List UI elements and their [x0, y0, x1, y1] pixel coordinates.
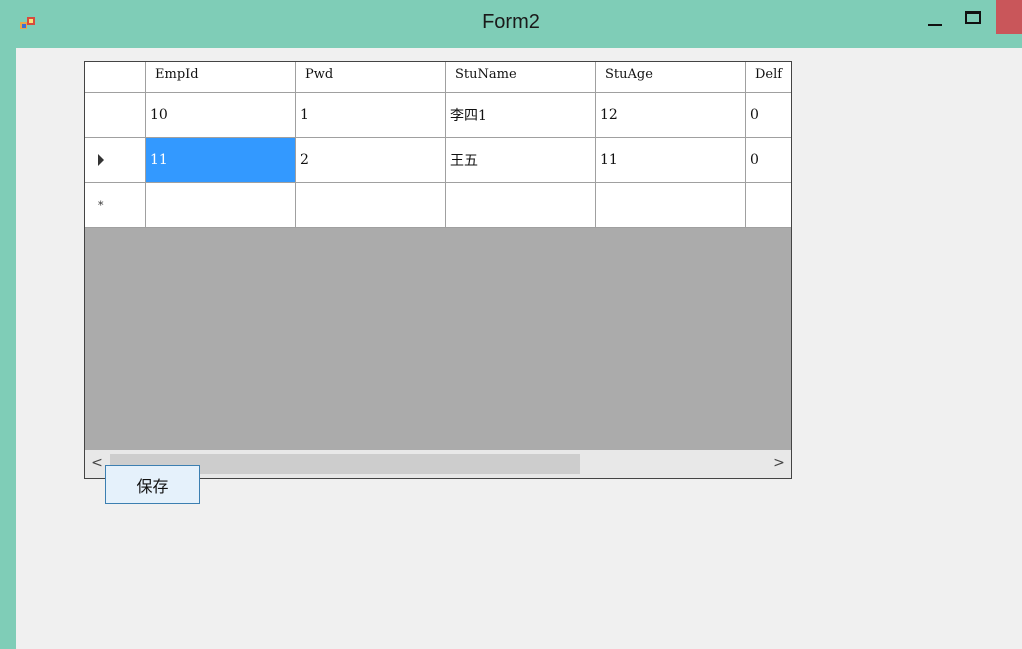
grid-cell[interactable]: 12 [596, 93, 746, 138]
column-header-delf[interactable]: Delf [746, 62, 791, 93]
grid-cell[interactable]: 王五 [446, 138, 596, 183]
grid-cell-selected[interactable]: 11 [146, 138, 296, 183]
new-row-star-icon: * [98, 198, 104, 212]
column-header-stuname[interactable]: StuName [446, 62, 596, 93]
grid-cell[interactable] [596, 183, 746, 228]
title-bar[interactable]: Form2 [0, 0, 1022, 48]
row-header-new[interactable]: * [85, 183, 146, 228]
grid-cell[interactable]: 11 [596, 138, 746, 183]
new-row[interactable]: * [85, 183, 791, 228]
grid-cell[interactable] [296, 183, 446, 228]
grid-cell[interactable]: 10 [146, 93, 296, 138]
table-row[interactable]: 11 2 王五 11 0 [85, 138, 791, 183]
scroll-right-icon[interactable]: > [771, 455, 787, 471]
current-row-arrow-icon [98, 154, 104, 166]
grid-cell[interactable]: 0 [746, 93, 791, 138]
grid-cell[interactable]: 1 [296, 93, 446, 138]
save-button[interactable]: 保存 [105, 465, 200, 504]
maximize-button[interactable] [965, 11, 981, 24]
table-row[interactable]: 10 1 李四1 12 0 [85, 93, 791, 138]
minimize-button[interactable] [925, 14, 945, 28]
column-header-stuage[interactable]: StuAge [596, 62, 746, 93]
grid-cell[interactable]: 0 [746, 138, 791, 183]
grid-cell[interactable] [746, 183, 791, 228]
grid-corner-header[interactable] [85, 62, 146, 93]
close-button[interactable] [996, 0, 1022, 34]
grid-cell[interactable] [446, 183, 596, 228]
grid-cell[interactable]: 2 [296, 138, 446, 183]
column-header-pwd[interactable]: Pwd [296, 62, 446, 93]
grid-cell[interactable] [146, 183, 296, 228]
row-header-current[interactable] [85, 138, 146, 183]
column-header-empid[interactable]: EmpId [146, 62, 296, 93]
window-title: Form2 [482, 11, 540, 33]
row-header[interactable] [85, 93, 146, 138]
scroll-left-icon[interactable]: < [89, 455, 105, 471]
grid-cell[interactable]: 李四1 [446, 93, 596, 138]
grid-header-row: EmpId Pwd StuName StuAge Delf [85, 62, 791, 93]
data-grid[interactable]: EmpId Pwd StuName StuAge Delf 10 1 李四1 1… [84, 61, 792, 479]
